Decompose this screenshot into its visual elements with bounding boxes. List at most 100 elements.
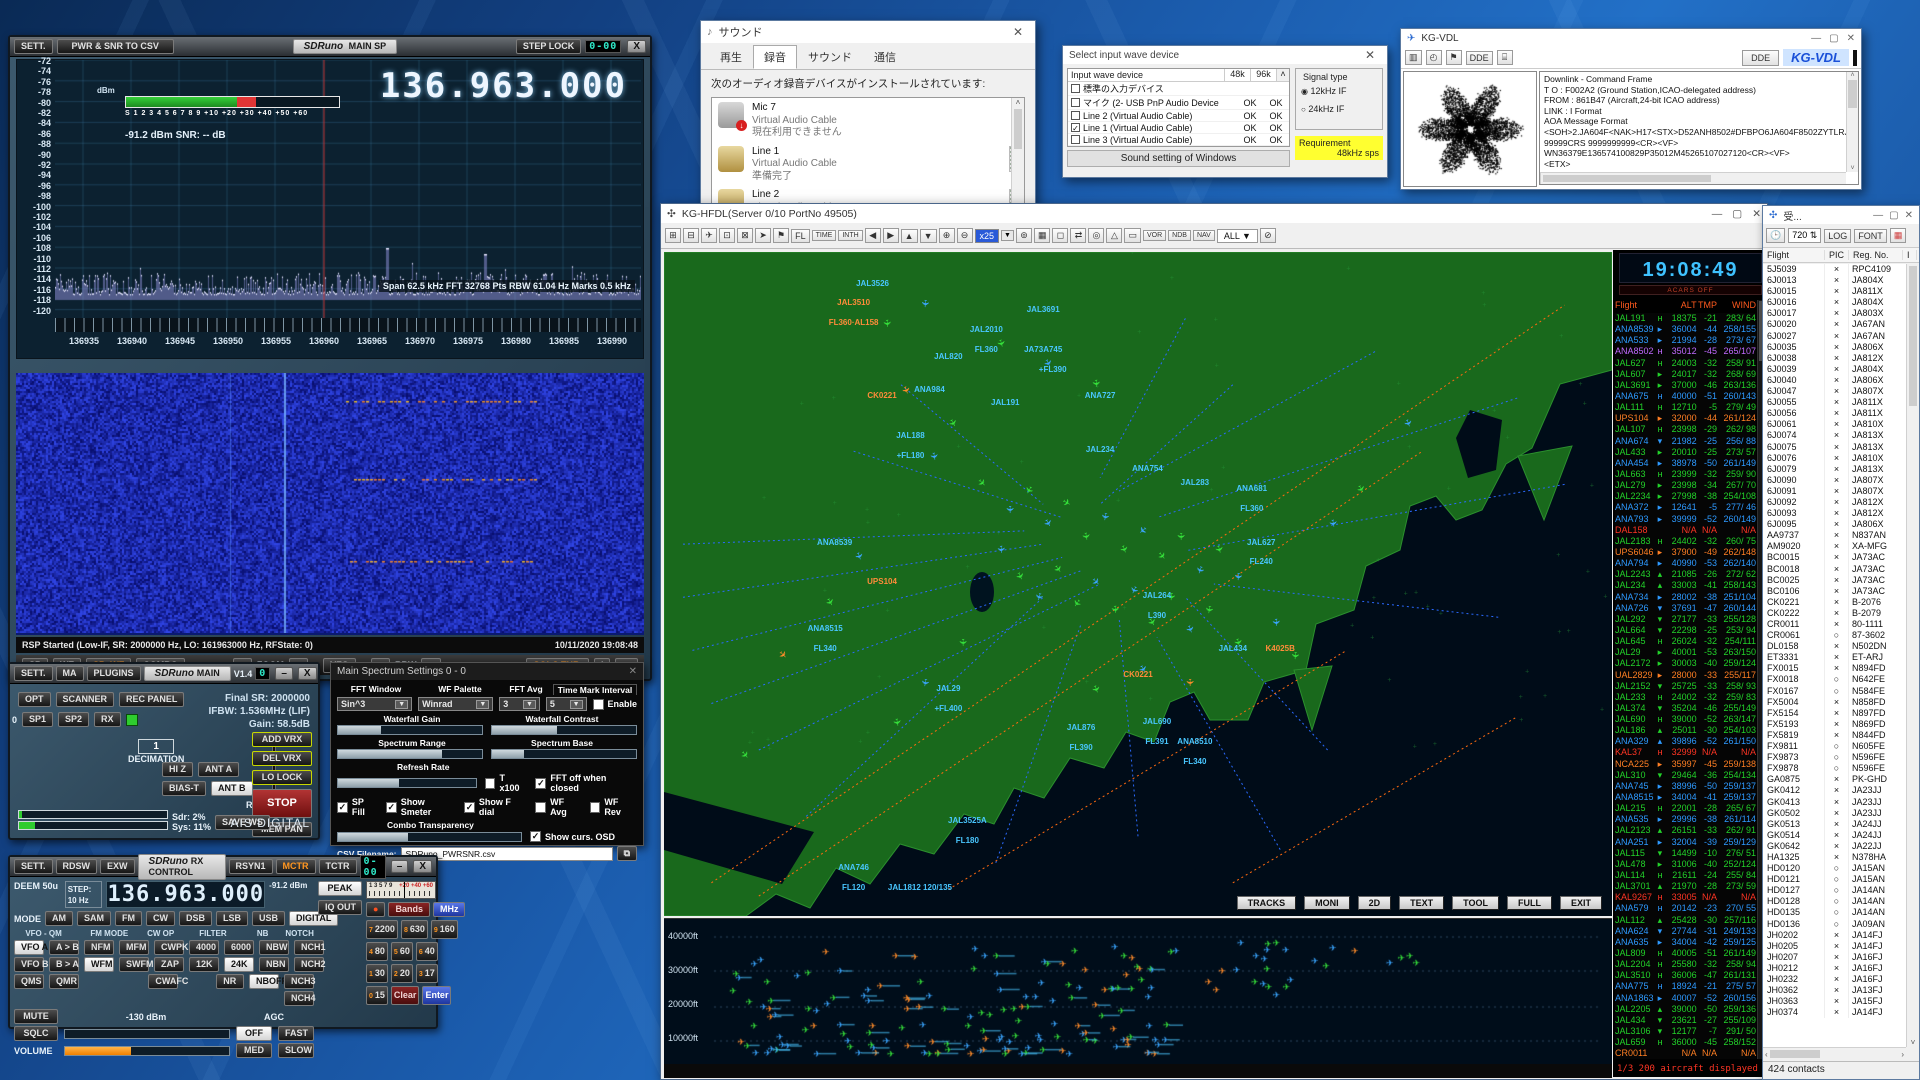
step-box[interactable]: STEP:10 Hz bbox=[65, 881, 103, 908]
sp-sett-button[interactable]: SETT. bbox=[14, 39, 53, 54]
waterfall-gain-slider[interactable] bbox=[337, 725, 483, 735]
contact-row[interactable]: FX0015×N894FD bbox=[1763, 663, 1906, 674]
contact-row[interactable]: JH0205×JA14FJ bbox=[1763, 941, 1906, 952]
aircraft-icon[interactable]: ✈ bbox=[1135, 523, 1148, 537]
contact-row[interactable]: DL0158×N502DN bbox=[1763, 641, 1906, 652]
ant-b-button[interactable]: ANT B bbox=[211, 781, 253, 796]
split-view-icon[interactable]: ⊟ bbox=[683, 228, 699, 243]
clock-icon[interactable]: ◴ bbox=[1426, 50, 1442, 65]
contact-row[interactable]: FX9811○N605FE bbox=[1763, 741, 1906, 752]
bands-button[interactable]: Bands bbox=[388, 902, 430, 917]
fft-avg-select[interactable]: 3▼ bbox=[499, 697, 540, 711]
flight-row[interactable]: JAL29▸40001-53263/150 bbox=[1615, 647, 1756, 658]
flight-level-toggle[interactable]: FL bbox=[791, 229, 810, 243]
device-checkbox[interactable] bbox=[1071, 98, 1080, 107]
flight-row[interactable]: ANA675н40000-51260/143 bbox=[1615, 391, 1756, 402]
interval-toggle[interactable]: INTH bbox=[838, 230, 862, 241]
waterfall-display[interactable] bbox=[16, 373, 644, 635]
contact-row[interactable]: HA1325×N378HA bbox=[1763, 852, 1906, 863]
flight-row[interactable]: KAL9267н33005N/AN/A bbox=[1615, 892, 1756, 903]
keypad-9[interactable]: 9160 bbox=[431, 920, 458, 939]
map-button-tool[interactable]: TOOL bbox=[1452, 896, 1499, 910]
time-mark-select[interactable]: 5▼ bbox=[546, 697, 587, 711]
rdsw-button[interactable]: RDSW bbox=[56, 859, 98, 874]
flight-row[interactable]: CR0011N/AN/AN/A bbox=[1615, 1048, 1756, 1059]
aircraft-icon[interactable]: ✈ bbox=[1202, 604, 1214, 614]
kgvdl-vscroll[interactable]: ˄˅ bbox=[1846, 72, 1858, 172]
contact-row[interactable]: FX0018○N642FE bbox=[1763, 674, 1906, 685]
contact-row[interactable]: HD0120○JA15AN bbox=[1763, 863, 1906, 874]
zoom-in-button[interactable]: ⊕ bbox=[939, 228, 955, 243]
aircraft-icon[interactable]: ✈ bbox=[899, 384, 912, 396]
map-button-text[interactable]: TEXT bbox=[1399, 896, 1444, 910]
kgvdl-minimize-button[interactable]: — bbox=[1811, 33, 1821, 44]
flight-row[interactable]: ANA745▸38996-50259/137 bbox=[1615, 781, 1756, 792]
aircraft-icon[interactable]: ✈ bbox=[1353, 484, 1367, 497]
aircraft-icon[interactable]: ✈ bbox=[1088, 683, 1101, 695]
iq-out-button[interactable]: IQ OUT bbox=[318, 900, 362, 915]
tab-録音[interactable]: 録音 bbox=[753, 45, 797, 69]
f24k-button[interactable]: 24K bbox=[224, 957, 254, 972]
flight-row[interactable]: ANA535▸29996-38261/114 bbox=[1615, 814, 1756, 825]
aircraft-icon[interactable]: ✈ bbox=[1212, 544, 1225, 555]
contact-row[interactable]: CK0221×B-2076 bbox=[1763, 597, 1906, 608]
contact-row[interactable]: 6J0056×JA811X bbox=[1763, 408, 1906, 419]
flight-row[interactable]: ANA329▴39896-52261/150 bbox=[1615, 736, 1756, 747]
opt-button[interactable]: OPT bbox=[18, 692, 51, 707]
keypad-clear[interactable]: Clear bbox=[391, 986, 420, 1005]
flight-row[interactable]: JAL663н23999-32259/ 90 bbox=[1615, 469, 1756, 480]
sp-fill-checkbox[interactable]: ✓SP Fill bbox=[337, 797, 379, 817]
kgvdl-hscroll[interactable] bbox=[1540, 172, 1846, 184]
contact-row[interactable]: 6J0074×JA813X bbox=[1763, 430, 1906, 441]
contact-row[interactable]: GA0875×PK-GHD bbox=[1763, 774, 1906, 785]
flag-icon[interactable]: ⚑ bbox=[773, 228, 789, 243]
wf-palette-select[interactable]: Winrad▼ bbox=[418, 697, 493, 711]
flight-row[interactable]: JAL434▾23621-27255/109 bbox=[1615, 1015, 1756, 1026]
contact-row[interactable]: GK0413×JA23JJ bbox=[1763, 797, 1906, 808]
contacts-rows[interactable]: 5J5039×RPC41096J0013×JA804X6J0015×JA811X… bbox=[1763, 264, 1906, 1047]
sp1-button[interactable]: SP1 bbox=[22, 712, 53, 727]
spectrum-range-slider[interactable] bbox=[337, 749, 483, 759]
contact-row[interactable]: JH0362×JA13FJ bbox=[1763, 985, 1906, 996]
vfoa-button[interactable]: VFO A bbox=[14, 940, 44, 955]
aircraft-icon[interactable]: ✈ bbox=[737, 749, 751, 762]
mode-fm[interactable]: FM bbox=[115, 911, 142, 926]
windows-sound-settings-button[interactable]: Sound setting of Windows bbox=[1067, 150, 1290, 167]
agc-fast-button[interactable]: FAST bbox=[278, 1026, 314, 1041]
tctr-button[interactable]: TCTR bbox=[319, 859, 357, 874]
contact-row[interactable]: 6J0079×JA813X bbox=[1763, 464, 1906, 475]
aircraft-icon[interactable]: ✈ bbox=[1108, 605, 1120, 614]
flight-row[interactable]: JAL2205▴39000-50259/136 bbox=[1615, 1004, 1756, 1015]
keypad-2[interactable]: 220 bbox=[391, 964, 413, 983]
contact-row[interactable]: FX5819×N844FD bbox=[1763, 730, 1906, 741]
aircraft-icon[interactable]: ✈ bbox=[1089, 379, 1101, 388]
nbw-button[interactable]: NBW bbox=[259, 940, 289, 955]
flight-row[interactable]: ANA251▸32004-39259/129 bbox=[1615, 837, 1756, 848]
flight-row[interactable]: JAL627н24003-32258/ 91 bbox=[1615, 358, 1756, 369]
combo-transparency-slider[interactable] bbox=[337, 832, 522, 842]
select-input-close-button[interactable]: ✕ bbox=[1359, 48, 1381, 62]
contact-row[interactable]: JH0374×JA14FJ bbox=[1763, 1007, 1906, 1018]
contact-row[interactable]: JH0207×JA16FJ bbox=[1763, 952, 1906, 963]
nboff-button[interactable]: NBOFF bbox=[249, 974, 279, 989]
contact-row[interactable]: 6J0091×JA807X bbox=[1763, 486, 1906, 497]
contact-row[interactable]: 6J0040×JA806X bbox=[1763, 375, 1906, 386]
aircraft-icon[interactable]: ✈ bbox=[1175, 532, 1186, 540]
contact-row[interactable]: AM9020×XA-MFG bbox=[1763, 541, 1906, 552]
volume-slider[interactable] bbox=[64, 1046, 230, 1056]
exw-button[interactable]: EXW bbox=[100, 859, 135, 874]
zoom-out-button[interactable]: ⊖ bbox=[957, 228, 973, 243]
contact-row[interactable]: 6J0075×JA813X bbox=[1763, 442, 1906, 453]
aircraft-icon[interactable]: ✈ bbox=[1098, 511, 1110, 521]
spectrum-base-slider[interactable] bbox=[491, 749, 637, 759]
flight-row[interactable]: JAL478▸31006-40252/124 bbox=[1615, 859, 1756, 870]
flight-table[interactable]: JAL191н18375-21283/ 64ANA8539▸36004-4425… bbox=[1615, 313, 1756, 1059]
kgvdl-maximize-button[interactable]: ▢ bbox=[1829, 33, 1838, 44]
flight-row[interactable]: JAL2172▸30003-40259/124 bbox=[1615, 658, 1756, 669]
target-icon[interactable]: ◎ bbox=[1088, 228, 1104, 243]
flight-row[interactable]: JAL809н40005-51261/149 bbox=[1615, 948, 1756, 959]
radio-24khz[interactable]: ○ 24kHz IF bbox=[1301, 104, 1377, 114]
keypad-3[interactable]: 317 bbox=[416, 964, 438, 983]
flight-row[interactable]: JAL191н18375-21283/ 64 bbox=[1615, 313, 1756, 324]
flight-row[interactable]: JAL310▾29464-36254/134 bbox=[1615, 770, 1756, 781]
